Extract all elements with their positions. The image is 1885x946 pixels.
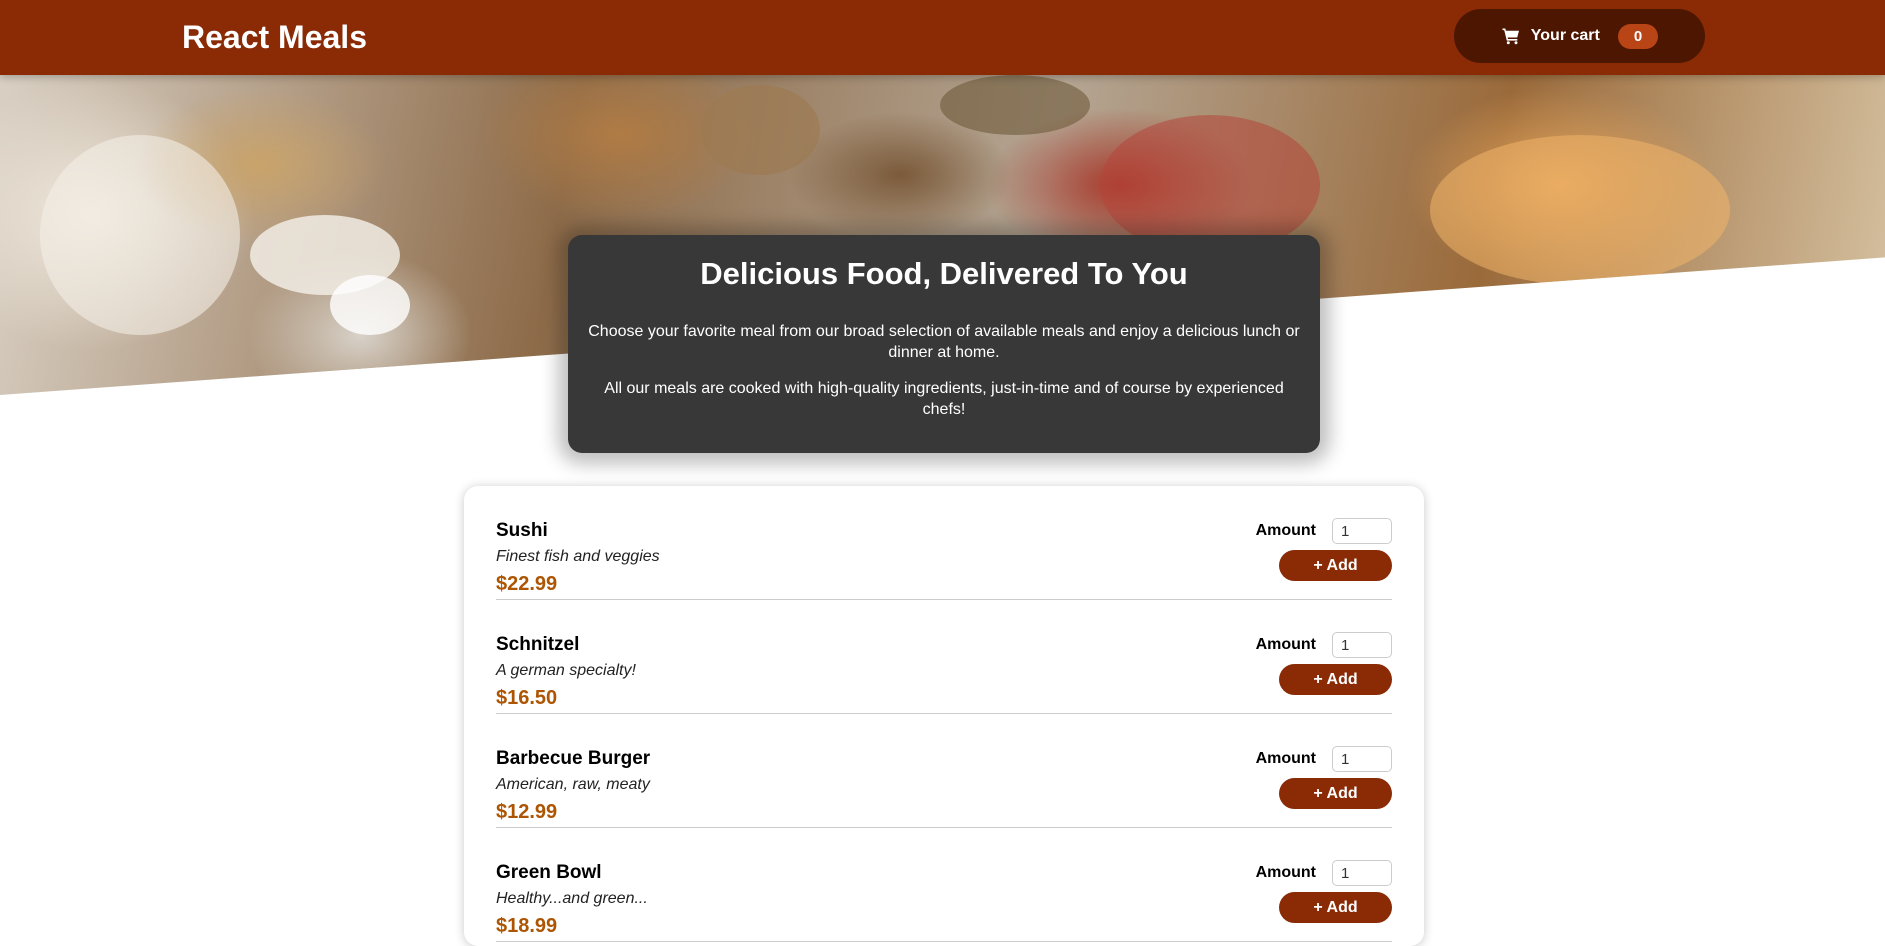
app-title: React Meals [182, 19, 367, 55]
summary-title: Delicious Food, Delivered To You [700, 256, 1188, 291]
add-to-cart-button[interactable]: + Add [1279, 892, 1392, 923]
cart-count-badge: 0 [1617, 23, 1659, 49]
meal-description: Healthy...and green... [496, 890, 648, 907]
meal-item: Schnitzel A german specialty! $16.50 Amo… [496, 600, 1392, 714]
amount-control: Amount [1256, 860, 1392, 886]
amount-label: Amount [1255, 636, 1316, 653]
intro-summary: Delicious Food, Delivered To You Choose … [568, 235, 1320, 453]
meal-name: Green Bowl [496, 862, 602, 883]
amount-label: Amount [1255, 750, 1316, 767]
meal-item: Sushi Finest fish and veggies $22.99 Amo… [496, 486, 1392, 600]
meal-description: A german specialty! [496, 662, 636, 679]
amount-label: Amount [1255, 522, 1316, 539]
summary-paragraph: Choose your favorite meal from our broad… [588, 323, 1300, 361]
meal-item: Green Bowl Healthy...and green... $18.99… [496, 828, 1392, 942]
meal-name: Sushi [496, 520, 548, 541]
meal-price: $16.50 [496, 687, 558, 709]
meal-price: $18.99 [496, 915, 558, 937]
add-to-cart-button[interactable]: + Add [1279, 664, 1392, 695]
summary-paragraph: All our meals are cooked with high-quali… [604, 380, 1284, 418]
meal-name: Barbecue Burger [496, 748, 651, 769]
amount-input[interactable] [1332, 632, 1392, 658]
app-header: React Meals Your cart 0 [0, 0, 1885, 75]
amount-control: Amount [1256, 746, 1392, 772]
cart-button[interactable]: Your cart 0 [1454, 9, 1705, 63]
available-meals-card: Sushi Finest fish and veggies $22.99 Amo… [464, 486, 1424, 946]
meal-item: Barbecue Burger American, raw, meaty $12… [496, 714, 1392, 828]
cart-label: Your cart [1530, 27, 1600, 44]
meal-description: American, raw, meaty [496, 776, 650, 793]
cart-icon [1501, 26, 1521, 46]
meal-price: $12.99 [496, 801, 558, 823]
meal-name: Schnitzel [496, 634, 580, 655]
add-to-cart-button[interactable]: + Add [1279, 778, 1392, 809]
amount-control: Amount [1256, 632, 1392, 658]
amount-label: Amount [1255, 864, 1316, 881]
amount-input[interactable] [1332, 746, 1392, 772]
meal-description: Finest fish and veggies [496, 548, 660, 565]
amount-input[interactable] [1332, 518, 1392, 544]
amount-control: Amount [1256, 518, 1392, 544]
add-to-cart-button[interactable]: + Add [1279, 550, 1392, 581]
meal-list: Sushi Finest fish and veggies $22.99 Amo… [496, 486, 1392, 942]
amount-input[interactable] [1332, 860, 1392, 886]
meal-price: $22.99 [496, 573, 558, 595]
